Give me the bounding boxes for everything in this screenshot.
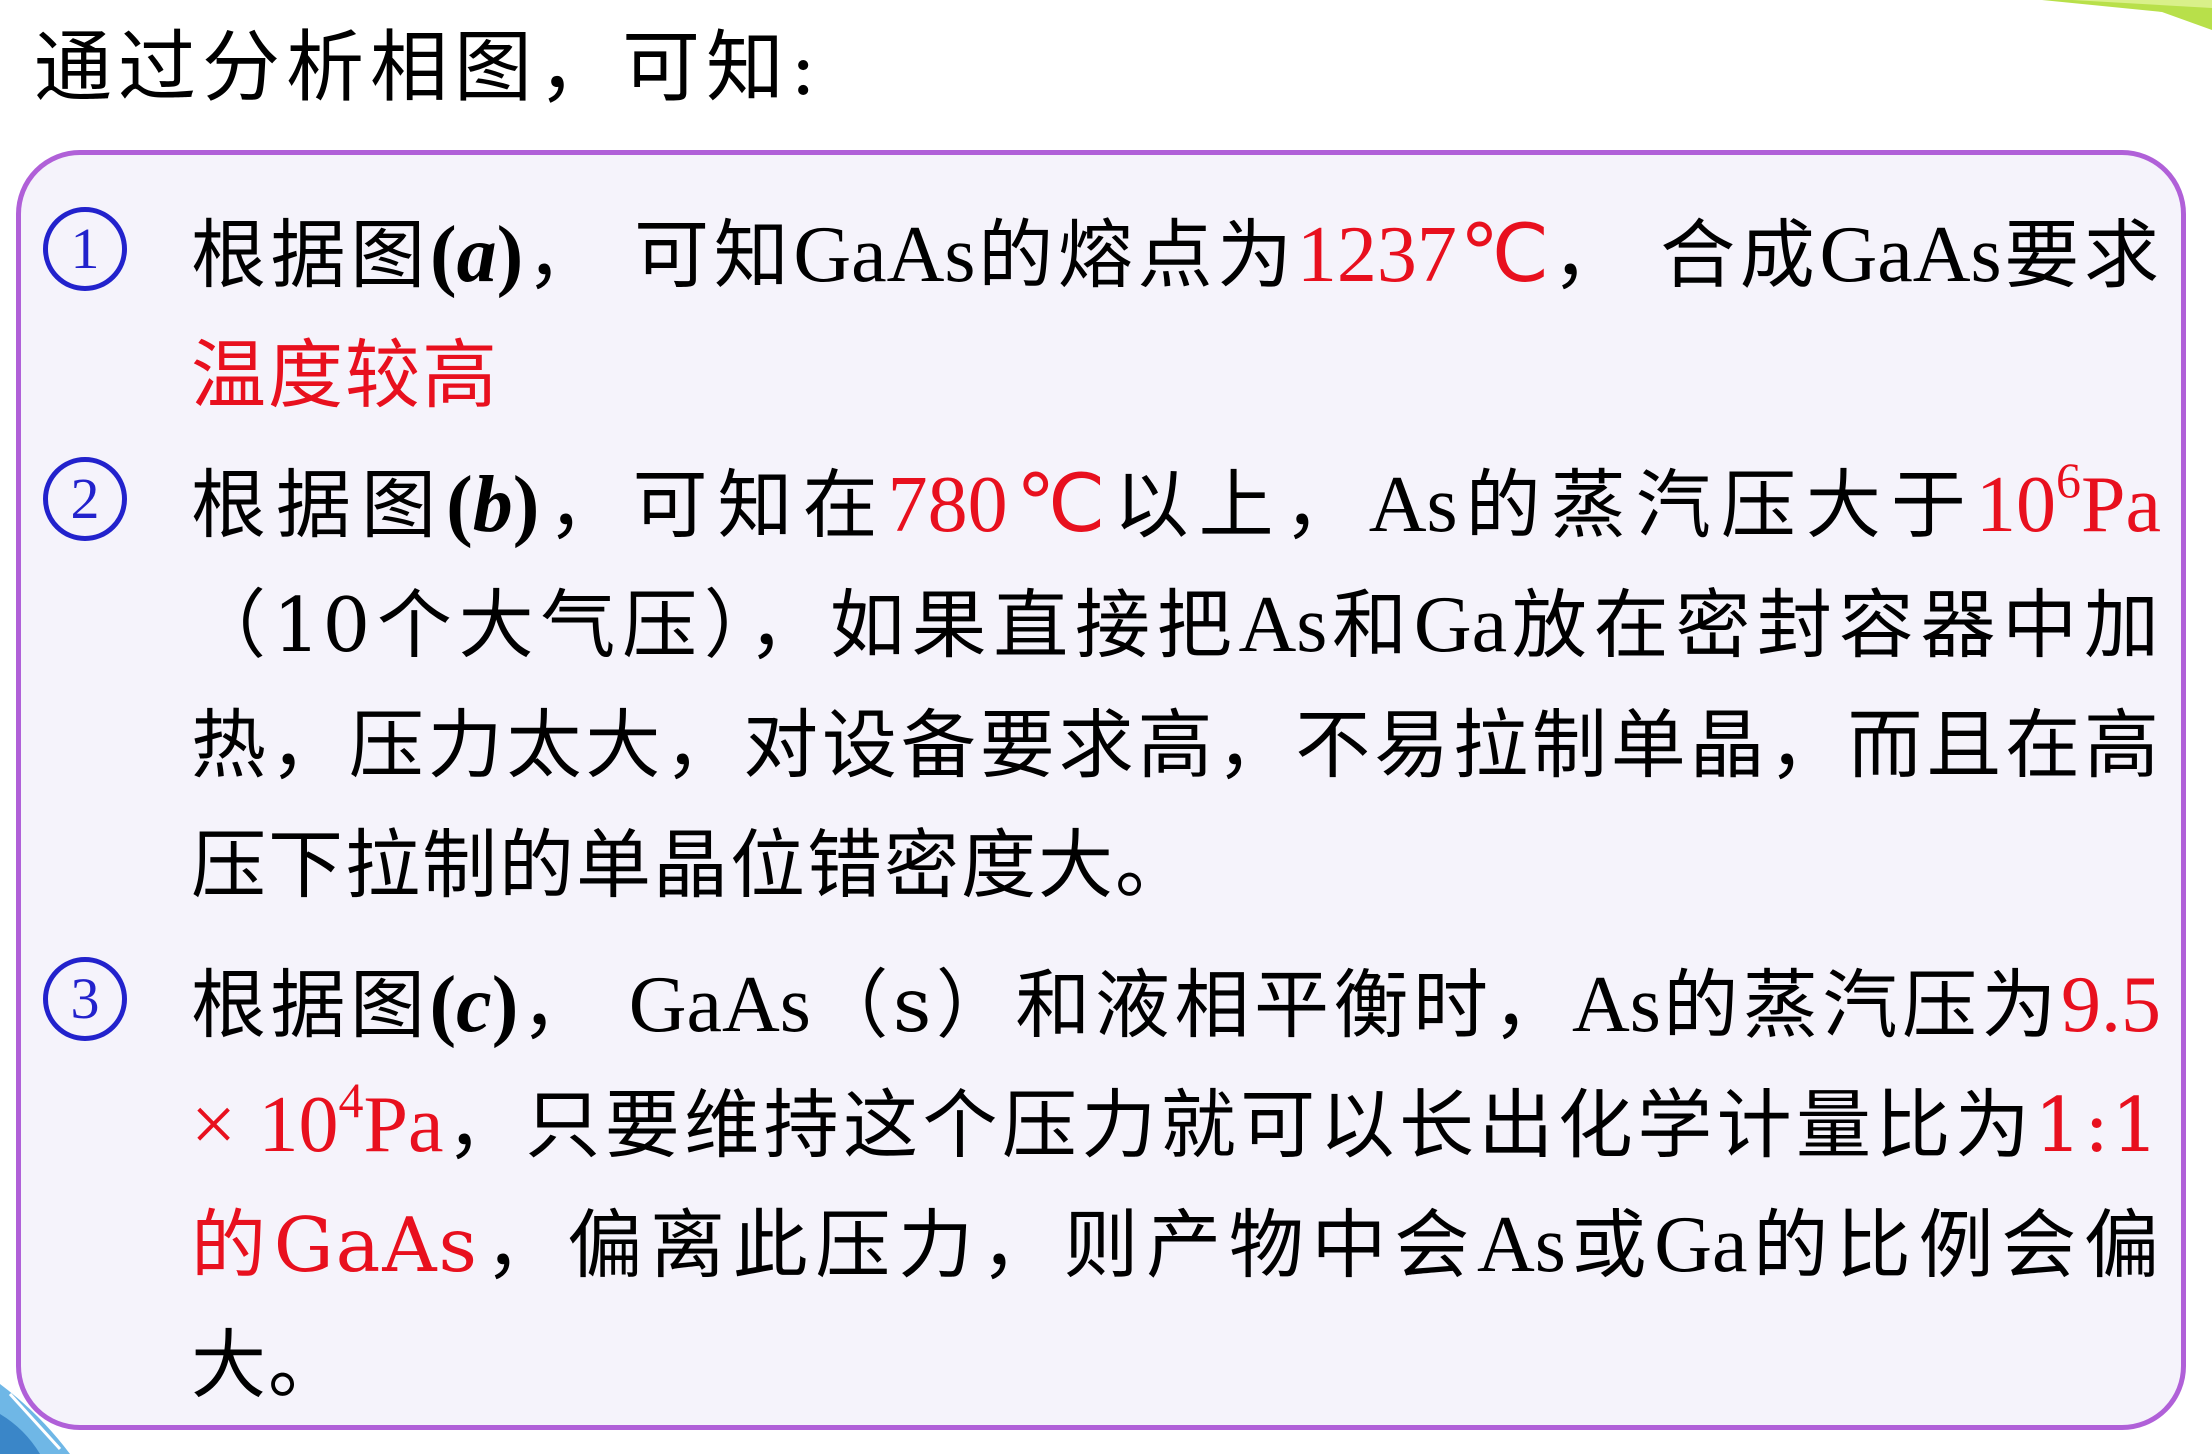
item-text: 根据图(c)， GaAs（s）和液相平衡时，As的蒸汽压为9.5 × 104Pa… <box>191 945 2161 1425</box>
text-segment: 根据图 <box>191 961 430 1049</box>
text-segment: 根据图 <box>191 211 430 299</box>
item-text: 根据图(b)，可知在780℃以上，As的蒸汽压大于106Pa（10个大气压），如… <box>191 445 2161 925</box>
figure-close-paren: ) <box>496 211 524 299</box>
figure-open-paren: ( <box>429 961 457 1049</box>
text-segment: （10个大气压），如果直接把 <box>191 581 1239 669</box>
highlight-text: 106Pa <box>1975 455 2161 549</box>
page-heading: 通过分析相图，可知: <box>34 23 823 113</box>
pressure-base: 10 <box>1975 461 2056 549</box>
figure-letter: b <box>472 461 513 549</box>
figure-close-paren: ) <box>512 461 540 549</box>
figure-open-paren: ( <box>446 461 473 549</box>
figure-letter: a <box>456 211 497 299</box>
figure-reference: (a) <box>430 211 523 299</box>
item-text: 根据图(a)， 可知GaAs的熔点为1237℃， 合成GaAs要求温度较高 <box>191 195 2161 435</box>
decorative-corner-stripe <box>2042 0 2212 30</box>
pressure-unit: Pa <box>2080 461 2161 549</box>
figure-open-paren: ( <box>429 211 457 299</box>
text-segment: 的蒸汽压大于 <box>1457 461 1976 549</box>
text-segment: GaAs <box>1819 211 2002 299</box>
text-segment: 要求 <box>2001 211 2161 299</box>
text-segment: GaAs <box>628 961 811 1049</box>
figure-letter: c <box>456 961 492 1049</box>
text-segment: 的蒸汽压为 <box>1660 961 2061 1049</box>
text-segment: ，偏离此压力，则产物中会 <box>478 1201 1477 1289</box>
highlight-text: 温度较高 <box>191 331 500 419</box>
highlight-text: 780℃ <box>887 461 1114 549</box>
text-segment: 和 <box>1327 581 1414 669</box>
text-segment: As <box>1368 461 1458 549</box>
text-segment: Ga <box>1654 1201 1748 1289</box>
text-segment: ， <box>518 961 629 1049</box>
item-number-marker: 1 <box>43 207 127 291</box>
text-segment: 或 <box>1565 1201 1655 1289</box>
item-number-marker: 2 <box>43 457 127 541</box>
text-segment: As <box>1238 581 1328 669</box>
text-segment: 的熔点为 <box>975 211 1297 299</box>
figure-reference: (c) <box>430 961 519 1049</box>
pressure-unit: Pa <box>363 1081 444 1169</box>
figure-close-paren: ) <box>491 961 519 1049</box>
figure-reference: (b) <box>446 461 539 549</box>
pressure-exponent: 4 <box>338 1072 364 1129</box>
text-segment: ， 合成 <box>1552 211 1820 299</box>
content-panel: 1 根据图(a)， 可知GaAs的熔点为1237℃， 合成GaAs要求温度较高 … <box>16 150 2186 1430</box>
text-segment: ，可知在 <box>539 461 888 549</box>
text-segment: As <box>1572 961 1661 1049</box>
highlight-text: 1237℃ <box>1296 211 1552 299</box>
text-segment: ， 可知 <box>523 211 794 299</box>
text-segment: 以上， <box>1113 461 1369 549</box>
text-segment: 根据图 <box>191 461 447 549</box>
text-segment: As <box>1476 1201 1566 1289</box>
text-segment: GaAs <box>793 211 976 299</box>
text-segment: （s）和液相平衡时， <box>810 961 1572 1049</box>
text-segment: ，只要维持这个压力就可以长出化学计量比为 <box>443 1081 2035 1169</box>
item-number-marker: 3 <box>43 957 127 1041</box>
pressure-exponent: 6 <box>2055 452 2081 509</box>
text-segment: Ga <box>1413 581 1508 669</box>
